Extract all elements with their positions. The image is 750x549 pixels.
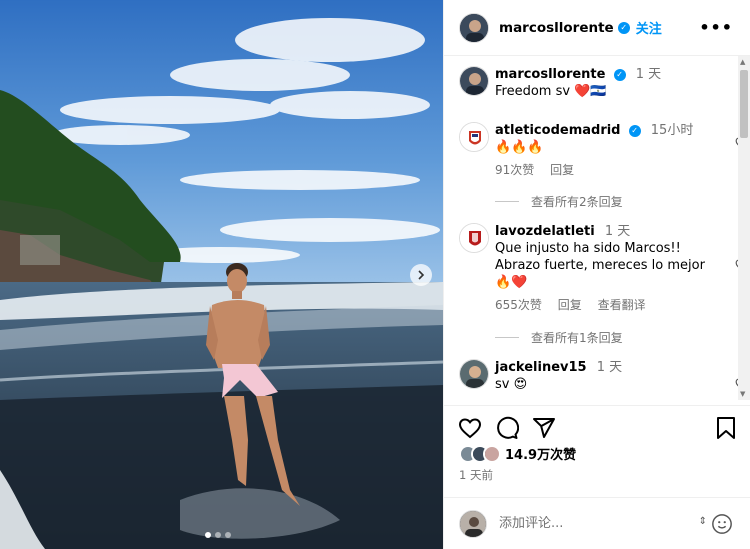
- comment-time: 1 天: [604, 224, 631, 239]
- comment-likes[interactable]: 655次赞: [495, 298, 542, 312]
- current-user-avatar: [459, 509, 487, 538]
- comment-time: 1 天: [596, 360, 623, 375]
- view-replies-label: 查看所有2条回复: [531, 195, 623, 209]
- next-arrow-icon: [418, 270, 425, 280]
- comment-icon[interactable]: [495, 416, 519, 440]
- carousel-dot: [225, 532, 231, 538]
- replies-divider: [495, 201, 519, 202]
- comments-scrollbar[interactable]: ▲ ▼: [738, 56, 750, 400]
- carousel-dot: [215, 532, 221, 538]
- instagram-post-view: marcosllorente ✓ 关注 ••• marcosllorente ✓…: [0, 0, 750, 549]
- caption-row: marcosllorente ✓ 1 天 Freedom sv ❤️🇸🇻: [459, 66, 729, 106]
- posted-time[interactable]: 1 天前: [459, 467, 493, 483]
- more-options-icon[interactable]: •••: [699, 18, 733, 37]
- input-resize-icon[interactable]: ⇕: [699, 516, 707, 527]
- comment-username[interactable]: lavozdelatleti: [495, 224, 595, 239]
- comment-emoji: 😍: [513, 377, 528, 392]
- post-actions-bar: [444, 405, 750, 445]
- reply-button[interactable]: 回复: [558, 298, 582, 312]
- author-avatar[interactable]: [459, 66, 489, 96]
- carousel-dot: [205, 532, 211, 538]
- next-photo-button[interactable]: [410, 264, 432, 286]
- caption-username[interactable]: marcosllorente: [495, 67, 605, 82]
- commenter-avatar[interactable]: [459, 122, 489, 152]
- verified-badge-icon: ✓: [613, 68, 626, 81]
- author-username[interactable]: marcosllorente: [499, 20, 614, 36]
- verified-badge-icon: ✓: [617, 21, 630, 34]
- likes-summary[interactable]: 14.9万次赞: [459, 444, 576, 463]
- comment-text: sv: [495, 377, 510, 392]
- bookmark-icon[interactable]: [715, 416, 737, 440]
- post-photo[interactable]: [0, 0, 443, 549]
- replies-divider: [495, 337, 519, 338]
- caption-time: 1 天: [635, 67, 662, 82]
- caption-emoji: ❤️🇸🇻: [574, 84, 607, 99]
- comment-item: lavozdelatleti 1 天 Que injusto ha sido M…: [459, 223, 740, 313]
- liker-avatar: [483, 444, 501, 463]
- comment-text: Que injusto ha sido Marcos!! Abrazo fuer…: [495, 241, 705, 273]
- comment-username[interactable]: atleticodemadrid: [495, 123, 621, 138]
- commenter-avatar[interactable]: [459, 223, 489, 253]
- comment-emoji: 🔥❤️: [495, 275, 528, 290]
- comment-time: 15小时: [650, 123, 694, 138]
- view-replies-button[interactable]: 查看所有2条回复: [495, 193, 623, 210]
- scroll-arrow-icon[interactable]: ▲: [740, 58, 745, 66]
- view-replies-label: 查看所有1条回复: [531, 331, 623, 345]
- comment-likes[interactable]: 91次赞: [495, 163, 534, 177]
- comment-input[interactable]: [499, 516, 679, 531]
- comment-item: jackelinev15 1 天 sv 😍: [459, 359, 740, 399]
- add-comment-bar: ⇕: [444, 497, 750, 549]
- comment-item: atleticodemadrid ✓ 15小时 🔥🔥🔥 91次赞 回复: [459, 122, 740, 182]
- likes-count[interactable]: 14.9万次赞: [505, 444, 576, 463]
- commenter-avatar[interactable]: [459, 359, 489, 389]
- emoji-icon[interactable]: [711, 513, 733, 535]
- follow-button[interactable]: 关注: [636, 18, 662, 37]
- beach-photo-image: [0, 0, 443, 549]
- scroll-arrow-icon[interactable]: ▼: [740, 390, 745, 398]
- comments-list[interactable]: marcosllorente ✓ 1 天 Freedom sv ❤️🇸🇻 atl…: [444, 56, 740, 400]
- post-header: marcosllorente ✓ 关注 •••: [444, 0, 750, 56]
- share-icon[interactable]: [532, 416, 556, 440]
- reply-button[interactable]: 回复: [550, 163, 574, 177]
- caption-text: Freedom sv: [495, 84, 571, 99]
- translate-button[interactable]: 查看翻译: [598, 298, 646, 312]
- verified-badge-icon: ✓: [628, 124, 641, 137]
- post-side-panel: marcosllorente ✓ 关注 ••• marcosllorente ✓…: [443, 0, 750, 549]
- heart-icon[interactable]: [458, 416, 482, 440]
- carousel-indicator: [205, 532, 231, 538]
- author-avatar[interactable]: [459, 12, 489, 43]
- comment-text: 🔥🔥🔥: [495, 140, 544, 155]
- view-replies-button[interactable]: 查看所有1条回复: [495, 329, 623, 346]
- scrollbar-thumb[interactable]: [740, 70, 748, 138]
- comment-username[interactable]: jackelinev15: [495, 360, 587, 375]
